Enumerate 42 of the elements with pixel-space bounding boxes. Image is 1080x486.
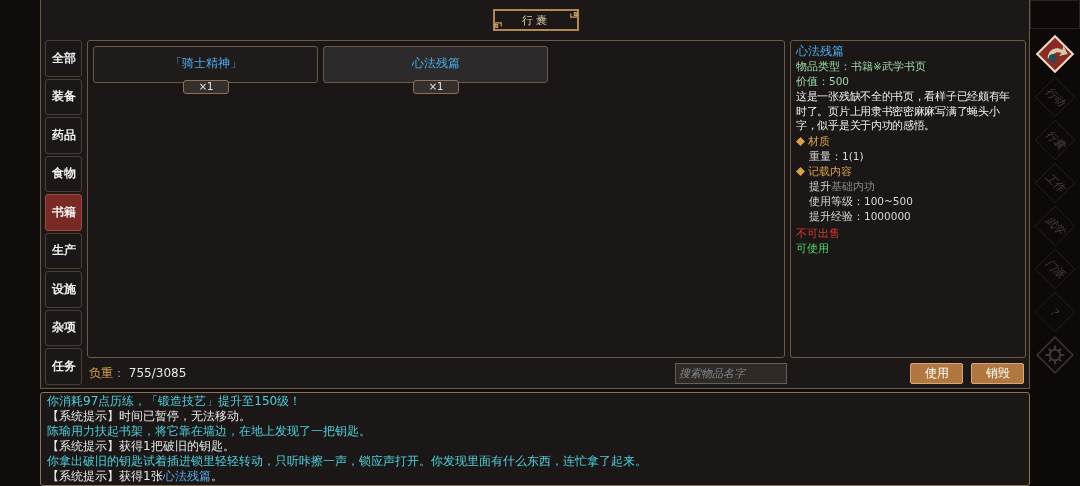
status-label: 不可出售 bbox=[796, 225, 841, 241]
log-message: 【系统提示】时间已暂停，无法移动。 bbox=[47, 409, 252, 424]
item-value: 价值：500 bbox=[796, 74, 851, 89]
category-tab[interactable]: 药品 bbox=[45, 117, 82, 154]
item-description: 这是一张残缺不全的书页，看样子已经颇有年时了。页片上用隶书密密麻麻写满了蝇头小字，似乎是关于内功的感悟。 bbox=[796, 89, 1011, 133]
section-heading: 记载内容 bbox=[808, 163, 852, 179]
category-tab[interactable]: 全部 bbox=[45, 40, 82, 77]
category-tab[interactable]: 设施 bbox=[45, 271, 82, 308]
top-panel bbox=[1030, 0, 1080, 29]
log-message: 你拿出破旧的钥匙试着插进锁里轻轻转动，只听咔擦一声，锁应声打开。你发现里面有什么东西，连忙拿了起来。 bbox=[47, 454, 648, 469]
category-tab[interactable]: 生产 bbox=[45, 232, 82, 269]
log-message: 陈瑜用力扶起书架，将它靠在墙边，在地上发现了一把钥匙。 bbox=[47, 424, 372, 439]
item-count: ×1 bbox=[413, 80, 459, 94]
category-tab[interactable]: 书籍 bbox=[45, 194, 82, 231]
status-label: 可使用 bbox=[796, 240, 830, 256]
action-button[interactable]: 使用 bbox=[910, 362, 963, 384]
item-slot[interactable]: 「骑士精神」 bbox=[93, 46, 318, 83]
section-heading: 材质 bbox=[808, 133, 830, 149]
item-slot[interactable]: 心法残篇 bbox=[323, 46, 548, 83]
item-type: 物品类型：书籍※武学书页 bbox=[796, 59, 927, 74]
weight-value: 755/3085 bbox=[128, 365, 187, 380]
property-line: 提升基础内功 bbox=[808, 178, 876, 194]
diamond-icon bbox=[796, 166, 805, 176]
item-title: 心法残篇 bbox=[796, 43, 845, 59]
weight-label: 负重： bbox=[89, 365, 125, 380]
category-tab[interactable]: 任务 bbox=[45, 348, 82, 385]
diamond-icon bbox=[796, 136, 805, 146]
category-tab[interactable]: 杂项 bbox=[45, 309, 82, 346]
knot-icon bbox=[493, 21, 503, 30]
search-field[interactable]: 搜索物品名字 bbox=[675, 362, 787, 384]
log-message: 你消耗97点历练，「锻造技艺」提升至150级！ bbox=[47, 394, 303, 409]
property-line: 使用等级：100~500 bbox=[808, 193, 914, 209]
category-tab[interactable]: 食物 bbox=[45, 155, 82, 192]
log-message: 【系统提示】获得1把破旧的钥匙。 bbox=[47, 439, 236, 454]
item-count: ×1 bbox=[183, 80, 229, 94]
knot-icon bbox=[568, 10, 578, 19]
property-line: 重量：1(1) bbox=[808, 148, 865, 164]
category-tab[interactable]: 装备 bbox=[45, 78, 82, 115]
property-line: 提升经验：1000000 bbox=[808, 208, 912, 224]
log-message: 【系统提示】获得1张心法残篇。 bbox=[47, 469, 224, 484]
window-title: 行囊 bbox=[492, 9, 579, 31]
action-button[interactable]: 销毁 bbox=[971, 362, 1024, 384]
